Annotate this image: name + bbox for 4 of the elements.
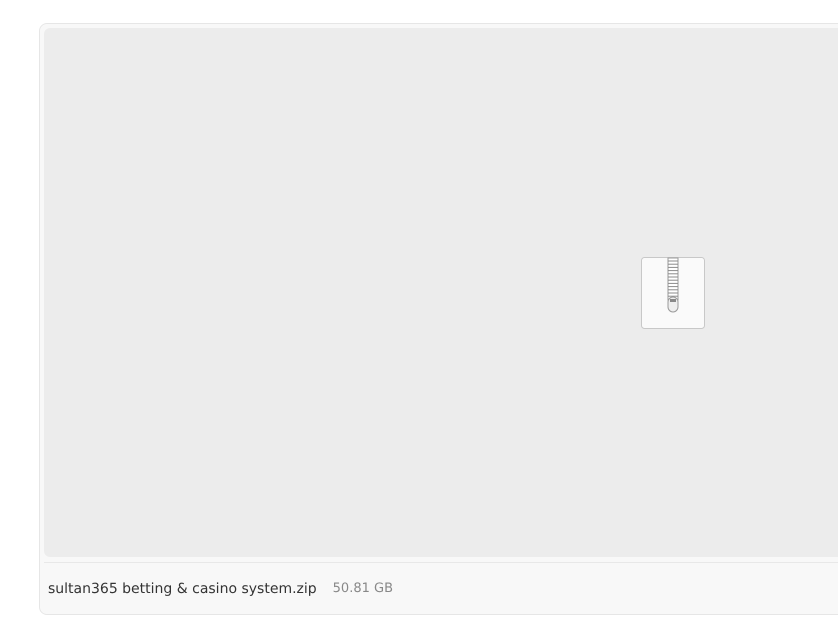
attachment-card[interactable]: sultan365 betting & casino system.zip 50.81 GB [39,23,838,615]
zip-file-icon [641,256,705,328]
file-size: 50.81 GB [332,581,393,596]
file-name: sultan365 betting & casino system.zip [48,580,317,596]
